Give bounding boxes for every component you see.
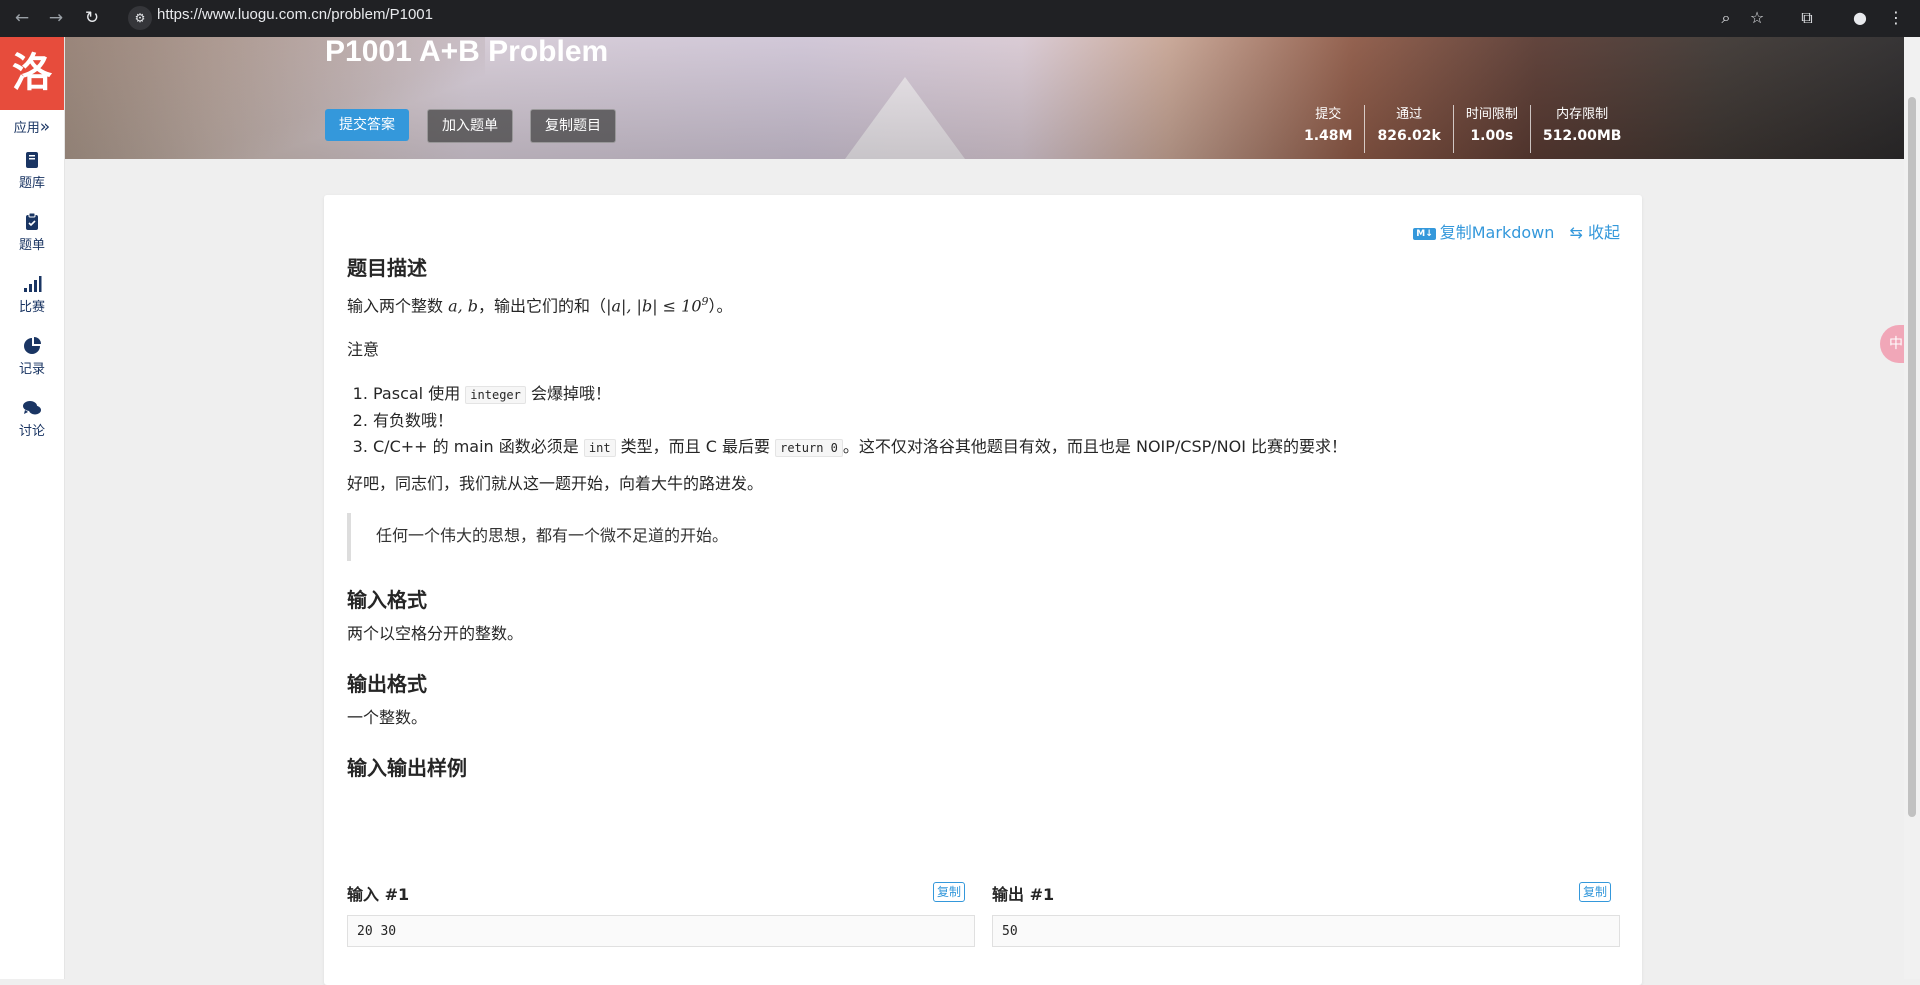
forward-icon[interactable]: → [44,6,68,30]
intro-text-suffix: ）。 [708,296,733,316]
luogu-logo[interactable]: 洛 [0,37,64,110]
stat-accepted: 通过 826.02k [1364,105,1452,153]
profile-icon[interactable]: ● [1848,6,1872,30]
stat-label: 时间限制 [1465,107,1518,122]
reload-icon[interactable]: ↻ [80,6,104,30]
stat-label: 通过 [1396,107,1423,122]
sidebar-item-records[interactable]: 记录 [0,336,64,377]
inline-code: integer [465,386,526,405]
quote-text: 任何一个伟大的思想，都有一个微不足道的开始。 [376,526,729,546]
stat-label: 内存限制 [1556,107,1609,122]
sidebar-item-discuss[interactable]: 讨论 [0,398,64,439]
description-intro: 输入两个整数 a, b，输出它们的和（|a|, |b| ≤ 109）。 [347,289,1617,319]
inline-code: int [583,439,616,458]
sidebar-item-contests[interactable]: 比赛 [0,274,64,315]
sidebar-item-label: 题单 [18,238,45,253]
add-to-list-button[interactable]: 加入题单 [427,109,513,143]
closing-text: 好吧，同志们，我们就从这一题开始，向着大牛的路进发。 [347,474,764,494]
sample-output-label: 输出 #1 [992,885,1055,904]
output-format-text: 一个整数。 [347,708,428,728]
sidebar-item-label: 比赛 [18,300,45,315]
notes-list: Pascal 使用 integer 会爆掉哦！ 有负数哦！ C/C++ 的 ma… [347,381,1617,461]
problem-content: 题目描述 输入两个整数 a, b，输出它们的和（|a|, |b| ≤ 109）。… [347,255,1617,781]
sidebar-item-label: 记录 [18,362,45,377]
scrollbar-thumb[interactable] [1908,97,1916,817]
copy-problem-button[interactable]: 复制题目 [530,109,616,143]
copy-markdown-link[interactable]: M↓ 复制Markdown [1403,223,1554,242]
sample-output-box[interactable]: 50 [992,915,1620,947]
list-item: C/C++ 的 main 函数必须是 int 类型，而且 C 最后要 retur… [373,434,1617,461]
submit-answer-button[interactable]: 提交答案 [325,109,409,141]
list-text: C/C++ 的 main 函数必须是 [373,437,584,457]
comments-icon [23,401,41,415]
section-heading-description: 题目描述 [347,256,427,280]
list-text: 有负数哦！ [373,411,454,431]
copy-markdown-label: 复制Markdown [1439,223,1555,242]
problem-stats: 提交 1.48M 通过 826.02k 时间限制 1.00s 内存限制 512.… [1292,105,1633,153]
menu-kebab-icon[interactable]: ⋮ [1884,6,1908,30]
collapse-link[interactable]: ⇆ 收起 [1569,223,1620,242]
note-label: 注意 [347,340,380,360]
section-heading-samples: 输入输出样例 [347,756,467,781]
inline-code: return 0 [775,439,843,458]
stat-label: 提交 [1315,107,1342,122]
intro-math: |a|, |b| ≤ 10 [606,296,702,316]
stat-value: 1.00s [1470,128,1514,144]
list-text: 。这不仅对洛谷其他题目有效，而且也是 NOIP/CSP/NOI 比赛的要求！ [842,437,1348,457]
collapse-icon: ⇆ [1569,223,1583,242]
stat-value: 512.00MB [1542,128,1622,144]
problem-title: P1001 A+B Problem [325,37,609,68]
back-icon[interactable]: ← [10,6,34,30]
problem-card: M↓ 复制Markdown ⇆ 收起 题目描述 输入两个整数 a, b，输出它们的… [324,195,1642,985]
site-info-icon[interactable]: ⚙ [128,6,152,30]
list-text: 会爆掉哦！ [525,384,611,404]
banner-mountain [845,77,965,159]
collapse-label: 收起 [1587,223,1620,242]
markdown-icon: M↓ [1413,228,1436,240]
card-toolbar: M↓ 复制Markdown ⇆ 收起 [1393,219,1620,243]
stat-submissions: 提交 1.48M [1292,105,1364,153]
sidebar-item-label: 题库 [18,176,45,191]
sidebar-item-problems[interactable]: 题库 [0,150,64,191]
list-text: 类型，而且 C 最后要 [615,437,776,457]
apps-label: 应用 [13,121,40,136]
browser-toolbar: ← → ↻ ⚙ https://www.luogu.com.cn/problem… [0,0,1920,37]
sidebar-item-label: 讨论 [18,424,45,439]
sidebar: 洛 应用» 题库 题单 比赛 记录 讨论 [0,37,65,979]
sample-input-box[interactable]: 20 30 [347,915,975,947]
page-scrollbar[interactable] [1904,37,1920,979]
section-heading-input-format: 输入格式 [347,588,427,613]
apps-menu-button[interactable]: 应用» [0,117,64,137]
clipboard-icon [26,212,38,230]
sample-input-label: 输入 #1 [347,885,410,904]
zoom-icon[interactable]: ⌕ [1714,6,1738,30]
bookmark-star-icon[interactable]: ☆ [1745,6,1769,30]
quote-block: 任何一个伟大的思想，都有一个微不足道的开始。 [347,513,1617,562]
intro-exponent: 9 [701,295,709,308]
stat-value: 1.48M [1304,128,1353,144]
stat-memory-limit: 内存限制 512.00MB [1529,105,1634,153]
pie-chart-icon [24,337,41,354]
sidebar-item-problem-lists[interactable]: 题单 [0,212,64,253]
intro-vars: a, b [448,296,479,316]
signal-bars-icon [24,276,42,292]
book-icon [26,152,38,168]
problem-banner: P1001 A+B Problem 提交答案 加入题单 复制题目 提交 1.48… [65,37,1904,159]
stat-time-limit: 时间限制 1.00s [1452,105,1530,153]
intro-text: 输入两个整数 [347,296,449,316]
copy-input-button[interactable]: 复制 [933,882,966,902]
list-item: Pascal 使用 integer 会爆掉哦！ [373,381,1617,408]
list-item: 有负数哦！ [373,408,1617,434]
double-chevron-right-icon: » [39,117,51,137]
intro-text-mid: ，输出它们的和（ [478,296,607,316]
section-heading-output-format: 输出格式 [347,672,427,697]
address-bar[interactable]: https://www.luogu.com.cn/problem/P1001 [157,0,433,37]
list-text: Pascal 使用 [373,384,466,404]
input-format-text: 两个以空格分开的整数。 [347,624,524,644]
extensions-icon[interactable]: ⧉ [1795,6,1819,30]
copy-output-button[interactable]: 复制 [1579,882,1612,902]
stat-value: 826.02k [1377,128,1441,144]
